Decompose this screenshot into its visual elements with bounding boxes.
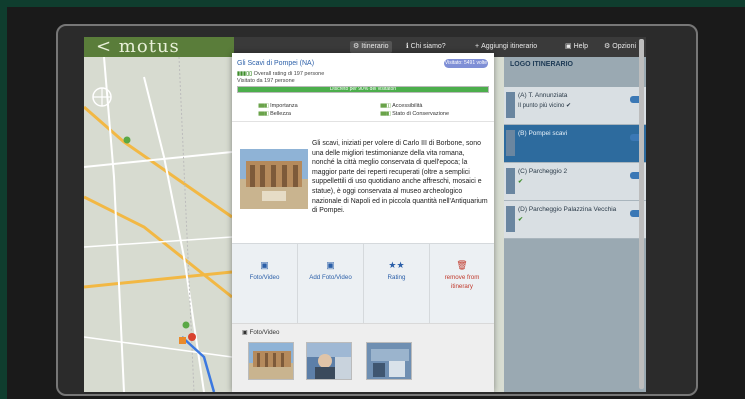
approval-progress-fill: Discreto per 90% dei visitatori (238, 87, 488, 92)
photo-icon: ▣ (260, 260, 269, 270)
media-thumb[interactable] (306, 342, 352, 380)
itinerary-thumb (506, 92, 515, 118)
nav-itinerario[interactable]: ⚙ Itinerario (350, 41, 392, 53)
indicator-label: Stato di Conservazione (392, 111, 450, 117)
nav-chi-siamo[interactable]: ℹ Chi siamo? (406, 41, 446, 53)
itinerary-label: (B) Pompei scavi (518, 130, 568, 137)
gear-icon: ⚙ (604, 43, 611, 50)
itinerary-thumb (506, 130, 515, 156)
visit-count: Visitato da 197 persone (237, 78, 295, 84)
action-label: Rating (387, 274, 406, 281)
itinerary-row-b[interactable]: (B) Pompei scavi (504, 125, 646, 163)
media-thumb[interactable] (366, 342, 412, 380)
scrollbar[interactable] (639, 39, 644, 389)
map-edge (494, 57, 504, 392)
itinerary-label: (D) Parcheggio Palazzina Vecchia (518, 206, 617, 213)
app-logo[interactable]: < motus (84, 37, 234, 57)
itinerary-row-d[interactable]: (D) Parcheggio Palazzina Vecchia ✔ (504, 201, 646, 239)
nav-label: Aggiungi itinerario (481, 43, 538, 50)
itinerary-panel: LOGO ITINERARIO (A) T. Annunziata Il pun… (504, 57, 646, 392)
nav-help[interactable]: ▣ Help (565, 41, 588, 53)
action-label: Add Foto/Video (309, 274, 352, 281)
itinerary-row-c[interactable]: (C) Parcheggio 2 ✔ (504, 163, 646, 201)
star-icon: ★★ (388, 260, 405, 270)
poi-photo[interactable] (240, 149, 308, 209)
help-icon: ▣ (565, 43, 572, 50)
nav-aggiungi-itinerario[interactable]: + Aggiungi itinerario (475, 41, 537, 53)
info-icon: ℹ (406, 43, 409, 50)
photo-video-button[interactable]: ▣ Foto/Video (232, 244, 298, 324)
media-title-text: Foto/Video (249, 329, 280, 336)
itinerary-sub: Il punto più vicino ✔ (518, 103, 572, 109)
plus-icon: + (475, 43, 480, 50)
divider (232, 121, 494, 122)
add-photo-video-button[interactable]: ▣ Add Foto/Video (298, 244, 364, 324)
nav-label: Itinerario (361, 43, 389, 50)
nav-label: Chi siamo? (410, 43, 446, 50)
rating-text: Overall rating di 197 persone (253, 71, 325, 77)
itinerary-row-a[interactable]: (A) T. Annunziata Il punto più vicino ✔ (504, 87, 646, 125)
poi-title[interactable]: Gli Scavi di Pompei (NA) (237, 60, 314, 67)
rating-bars: ▮▮▮▯▯ (237, 71, 254, 77)
nav-label: Help (573, 43, 589, 50)
add-photo-icon: ▣ (326, 260, 335, 270)
indicator-bellezza: ▮▮▮▮▯ Bellezza (258, 111, 291, 117)
visits-badge: Visitato: 5491 volte (444, 59, 488, 68)
itinerary-thumb (506, 206, 515, 232)
itinerary-sub: ✔ (518, 179, 524, 185)
indicator-label: Importanza (270, 103, 298, 109)
app-screen: LOGO ITINERARIO (A) T. Annunziata Il pun… (84, 37, 646, 392)
media-thumb[interactable] (248, 342, 294, 380)
map[interactable] (84, 57, 232, 392)
photo-icon: ▣ (242, 329, 250, 336)
nav-label: Opzioni (612, 43, 637, 50)
nav-opzioni[interactable]: ⚙ Opzioni (604, 41, 636, 53)
indicator-conservazione: ▮▮▮▮▯ Stato di Conservazione (380, 111, 450, 117)
media-title: ▣ Foto/Video (242, 329, 279, 336)
indicator-label: Bellezza (270, 111, 291, 117)
rating-button[interactable]: ★★ Rating (364, 244, 430, 324)
media-gallery: ▣ Foto/Video (232, 323, 494, 392)
indicator-importanza: ▮▮▮▮▯ Importanza (258, 103, 298, 109)
indicator-label: Accessibilità (392, 103, 423, 109)
itinerary-title: LOGO ITINERARIO (510, 61, 573, 68)
itinerary-label: (A) T. Annunziata (518, 92, 568, 99)
poi-actions: ▣ Foto/Video ▣ Add Foto/Video ★★ Rating … (232, 243, 494, 324)
itinerary-thumb (506, 168, 515, 194)
indicator-accessibilita: ▮▮▮▯▯ Accessibilità (380, 103, 423, 109)
rating-summary: ▮▮▮▯▯ Overall rating di 197 persone (237, 71, 324, 77)
trash-icon: 🗑 (456, 260, 468, 270)
itinerary-sub: ✔ (518, 217, 524, 223)
poi-popup: Gli Scavi di Pompei (NA) Visitato: 5491 … (232, 53, 494, 392)
itinerary-label: (C) Parcheggio 2 (518, 168, 568, 175)
globe-icon: ⚙ (353, 43, 360, 50)
action-label: Foto/Video (249, 274, 280, 281)
poi-description: Gli scavi, iniziati per volere di Carlo … (312, 140, 488, 215)
remove-from-itinerary-button[interactable]: 🗑 remove from itinerary (430, 244, 494, 324)
action-label: remove from itinerary (444, 274, 480, 290)
map-roads (84, 57, 232, 392)
approval-progress: Discreto per 90% dei visitatori (237, 86, 489, 93)
